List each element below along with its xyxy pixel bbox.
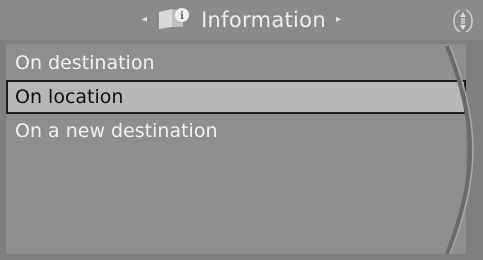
next-menu-arrow[interactable]: ▸ bbox=[336, 0, 341, 40]
info-book-icon: i bbox=[157, 5, 201, 35]
previous-menu-arrow[interactable]: ◂ bbox=[142, 0, 147, 40]
menu-item-on-location[interactable]: On location bbox=[6, 80, 466, 114]
menu-item-label: On a new destination bbox=[15, 120, 218, 142]
menu-list: On destination On location On a new dest… bbox=[6, 44, 466, 254]
navigation-screen: ◂ i Information ▸ On destination On loca… bbox=[0, 0, 483, 260]
controller-icon bbox=[451, 7, 475, 35]
menu-item-on-new-destination[interactable]: On a new destination bbox=[6, 114, 466, 148]
scroll-indicator-arc bbox=[445, 45, 474, 255]
menu-item-on-destination[interactable]: On destination bbox=[6, 46, 466, 80]
svg-text:i: i bbox=[180, 11, 184, 22]
title-bar: ◂ i Information ▸ bbox=[0, 0, 483, 40]
page-title: Information bbox=[201, 8, 326, 32]
menu-item-label: On destination bbox=[15, 52, 155, 74]
title-group: ◂ i Information ▸ bbox=[0, 0, 483, 40]
menu-item-label: On location bbox=[15, 86, 124, 108]
